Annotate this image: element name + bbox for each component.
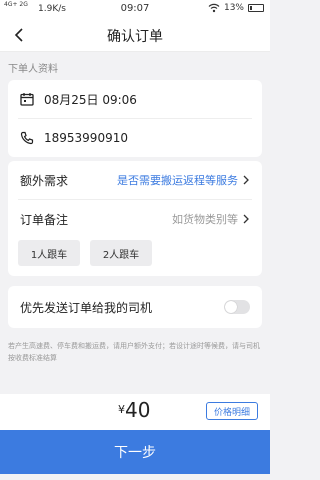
orderer-card: 08月25日 09:06 18953990910 — [8, 80, 262, 157]
toggle-knob — [225, 301, 237, 313]
phone-icon — [20, 131, 34, 145]
order-remark-label: 订单备注 — [20, 212, 69, 227]
extra-demand-row[interactable]: 额外需求 是否需要搬运返程等服务 — [8, 161, 262, 199]
price-amount: 40 — [125, 398, 151, 422]
battery-icon — [248, 4, 264, 12]
section-label-orderer: 下单人资料 — [8, 64, 58, 75]
currency-symbol: ¥ — [118, 403, 125, 416]
page-title: 确认订单 — [107, 29, 163, 45]
order-remark-row[interactable]: 订单备注 如货物类别等 — [8, 200, 262, 238]
priority-toggle[interactable] — [224, 300, 250, 314]
fee-note: 若产生高速费、停车费和搬运费，请用户额外支付；若设计途时等候费，请与司机按收费标… — [8, 342, 260, 362]
datetime-value: 08月25日 09:06 — [44, 92, 137, 107]
chip-two-persons[interactable]: 2人跟车 — [90, 240, 152, 266]
price-display: ¥40 — [118, 398, 150, 422]
extra-card: 额外需求 是否需要搬运返程等服务 订单备注 如货物类别等 1人跟车 2人跟车 — [8, 161, 262, 276]
chip-one-person[interactable]: 1人跟车 — [18, 240, 80, 266]
extra-demand-label: 额外需求 — [20, 173, 69, 188]
companion-chips: 1人跟车 2人跟车 — [8, 238, 262, 276]
status-bar: 4G+ 2G 1.9K/s 09:07 13% — [0, 0, 270, 18]
chevron-right-icon — [243, 175, 249, 185]
wifi-icon — [208, 3, 220, 13]
next-step-button[interactable]: 下一步 — [0, 430, 270, 474]
phone-value: 18953990910 — [44, 131, 128, 145]
app-header: 确认订单 — [0, 18, 270, 52]
order-remark-input[interactable]: 如货物类别等 — [172, 211, 250, 227]
price-detail-button[interactable]: 价格明细 — [206, 402, 258, 420]
priority-row: 优先发送订单给我的司机 — [8, 286, 262, 328]
priority-card: 优先发送订单给我的司机 — [8, 286, 262, 328]
status-right: 13% — [208, 3, 264, 13]
extra-demand-value: 是否需要搬运返程等服务 — [117, 174, 238, 187]
battery-percent: 13% — [223, 3, 244, 13]
phone-row[interactable]: 18953990910 — [8, 119, 262, 157]
order-remark-placeholder: 如货物类别等 — [172, 213, 238, 226]
extra-demand-link[interactable]: 是否需要搬运返程等服务 — [117, 172, 250, 188]
priority-label: 优先发送订单给我的司机 — [20, 300, 153, 315]
price-bar: ¥40 价格明细 — [0, 394, 270, 430]
chevron-right-icon — [243, 214, 249, 224]
datetime-row[interactable]: 08月25日 09:06 — [8, 80, 262, 118]
calendar-icon — [20, 93, 34, 106]
